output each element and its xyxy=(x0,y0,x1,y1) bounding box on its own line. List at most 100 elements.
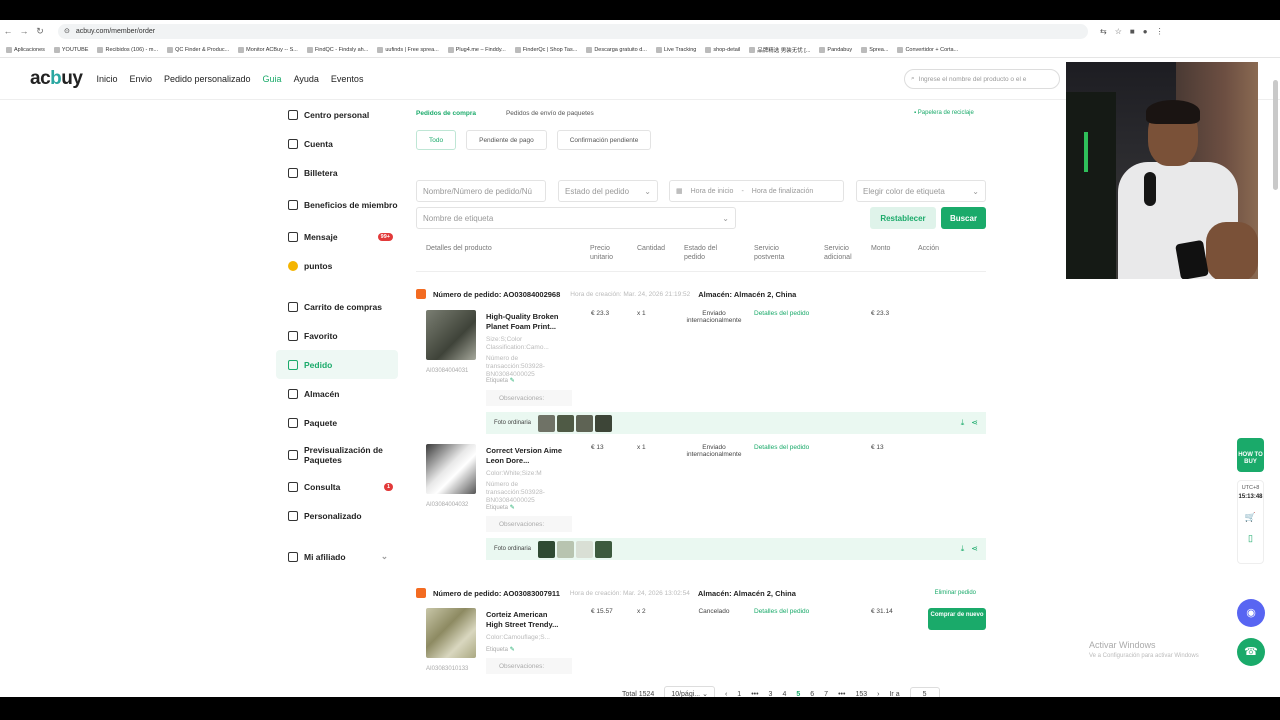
qc-photo[interactable] xyxy=(557,414,575,432)
bookmark-item[interactable]: Sprea... xyxy=(861,46,888,53)
product-name[interactable]: Correct Version Aime Leon Dore... xyxy=(486,446,566,466)
sidebar-item-billetera[interactable]: Billetera xyxy=(276,158,398,187)
bookmark-item[interactable]: Live Tracking xyxy=(655,46,696,53)
order-status-select[interactable]: Estado del pedido ⌄ xyxy=(558,180,658,202)
bookmark-item[interactable]: FindQC - Findsly ah... xyxy=(306,46,368,53)
label-color-select[interactable]: Elegir color de etiqueta ⌄ xyxy=(856,180,986,202)
product-search[interactable]: ⌕ Ingrese el nombre del producto o el e xyxy=(904,69,1060,89)
sidebar-item-mi-afiliado[interactable]: Mi afiliado ⌄ xyxy=(276,542,398,571)
reload-icon[interactable]: ↻ xyxy=(32,26,48,37)
buy-again-button[interactable]: Comprar de nuevo xyxy=(928,608,986,630)
edit-icon[interactable]: ✎ xyxy=(510,647,515,653)
filter-todo[interactable]: Todo xyxy=(416,130,457,150)
bookmark-item[interactable]: YOUTUBE xyxy=(53,46,88,53)
bookmark-item[interactable]: Descarga gratuito d... xyxy=(586,46,647,53)
quantity: x 2 xyxy=(637,608,646,615)
notes-field[interactable]: Observaciones: xyxy=(486,390,572,406)
bookmark-item[interactable]: shop-detail xyxy=(705,46,740,53)
sidebar-item-beneficios-de-miembro[interactable]: Beneficios de miembro xyxy=(276,187,398,222)
sidebar-item-pedido[interactable]: Pedido xyxy=(276,350,398,379)
order-details-link[interactable]: Detalles del pedido xyxy=(754,608,809,615)
url-field[interactable]: ⊙ acbuy.com/member/order xyxy=(58,23,1088,39)
nav-inicio[interactable]: Inicio xyxy=(96,74,117,84)
bookmark-item[interactable]: Aplicaciones xyxy=(6,46,45,53)
filter-confirmacion[interactable]: Confirmación pendiente xyxy=(556,130,652,150)
qc-photo[interactable] xyxy=(538,540,556,558)
nav-ayuda[interactable]: Ayuda xyxy=(294,74,319,84)
order-details-link[interactable]: Detalles del pedido xyxy=(754,310,809,317)
support-icon[interactable]: ☎ xyxy=(1237,638,1265,666)
phone-icon[interactable]: ▯ xyxy=(1238,533,1263,544)
nav-pedido-personalizado[interactable]: Pedido personalizado xyxy=(164,74,251,84)
nav-guia[interactable]: Guia xyxy=(263,74,282,84)
bookmark-item[interactable]: Monitor ACBuy -- S... xyxy=(238,46,298,53)
bookmark-item[interactable]: uufinds | Free sprea... xyxy=(377,46,439,53)
edit-icon[interactable]: ✎ xyxy=(510,505,515,511)
bookmark-item[interactable]: FinderQc | Shop Tas... xyxy=(514,46,577,53)
sidebar-item-centro-personal[interactable]: Centro personal xyxy=(276,100,398,129)
sidebar-item-mensaje[interactable]: Mensaje 99+ xyxy=(276,222,398,251)
delete-order-link[interactable]: Eliminar pedido xyxy=(935,590,976,596)
reset-button[interactable]: Restablecer xyxy=(870,207,936,229)
product-name[interactable]: High-Quality Broken Planet Foam Print... xyxy=(486,312,566,332)
share-icon[interactable]: ⋖ xyxy=(971,418,978,428)
order-details-link[interactable]: Detalles del pedido xyxy=(754,444,809,451)
sidebar-item-cuenta[interactable]: Cuenta xyxy=(276,129,398,158)
star-icon[interactable]: ☆ xyxy=(1115,27,1122,36)
qc-photo[interactable] xyxy=(557,540,575,558)
filter-pendiente-pago[interactable]: Pendiente de pago xyxy=(466,130,547,150)
sidebar-item-previsualización-de-paquetes[interactable]: Previsualización de Paquetes xyxy=(276,437,398,472)
sidebar-item-carrito-de-compras[interactable]: Carrito de compras xyxy=(276,292,398,321)
notes-field[interactable]: Observaciones: xyxy=(486,658,572,674)
acbuy-logo[interactable]: acbuy xyxy=(30,68,83,90)
nav-envio[interactable]: Envio xyxy=(129,74,152,84)
qc-photo[interactable] xyxy=(595,414,613,432)
discord-icon[interactable]: ◉ xyxy=(1237,599,1265,627)
translate-icon[interactable]: ⇆ xyxy=(1100,27,1107,36)
label-name-select[interactable]: Nombre de etiqueta ⌄ xyxy=(416,207,736,229)
product-image[interactable] xyxy=(426,310,476,360)
bookmark-item[interactable]: QC Finder & Produc... xyxy=(167,46,229,53)
qc-photo[interactable] xyxy=(595,540,613,558)
bookmark-item[interactable]: Convertidor + Corta... xyxy=(897,46,958,53)
forward-icon[interactable]: → xyxy=(16,26,32,36)
product-name[interactable]: Corteiz American High Street Trendy... xyxy=(486,610,566,630)
search-button[interactable]: Buscar xyxy=(941,207,986,229)
share-icon[interactable]: ⋖ xyxy=(971,544,978,554)
how-to-buy-widget[interactable]: HOW TO BUY xyxy=(1237,438,1264,472)
qc-photo[interactable] xyxy=(576,540,594,558)
order-number-input[interactable]: Nombre/Número de pedido/Nú xyxy=(416,180,546,202)
profile-icon[interactable]: ● xyxy=(1143,27,1148,36)
qc-photo[interactable] xyxy=(538,414,556,432)
page-scrollbar[interactable] xyxy=(1273,80,1278,190)
cart-icon[interactable]: 🛒 xyxy=(1238,512,1263,523)
sidebar-item-favorito[interactable]: Favorito xyxy=(276,321,398,350)
bookmark-item[interactable]: Pandabuy xyxy=(819,46,852,53)
extension-icon[interactable]: ■ xyxy=(1130,27,1135,36)
sidebar-item-label: Favorito xyxy=(304,330,338,341)
back-icon[interactable]: ← xyxy=(0,26,16,36)
edit-icon[interactable]: ✎ xyxy=(510,378,515,384)
bookmark-item[interactable]: Recibidos (106) - m... xyxy=(97,46,158,53)
product-image[interactable] xyxy=(426,608,476,658)
recycle-bin-link[interactable]: ▪ Papelera de reciclaje xyxy=(914,110,974,116)
date-range-input[interactable]: ▦ Hora de inicio - Hora de finalización xyxy=(669,180,844,202)
site-info-icon[interactable]: ⊙ xyxy=(64,27,70,35)
download-icon[interactable]: ⤓ xyxy=(961,418,965,428)
tab-pedidos-compra[interactable]: Pedidos de compra xyxy=(416,110,476,117)
sidebar-icon xyxy=(288,199,298,210)
sidebar-item-personalizado[interactable]: Personalizado xyxy=(276,501,398,530)
bookmark-item[interactable]: Plug4.me – Finddy... xyxy=(447,46,506,53)
sidebar-item-consulta[interactable]: Consulta 1 xyxy=(276,472,398,501)
menu-icon[interactable]: ⋮ xyxy=(1156,27,1164,36)
product-image[interactable] xyxy=(426,444,476,494)
tab-pedidos-envio[interactable]: Pedidos de envío de paquetes xyxy=(506,110,594,117)
bookmark-item[interactable]: 品牌精选 男装无忧 [... xyxy=(749,46,810,54)
qc-photo[interactable] xyxy=(576,414,594,432)
download-icon[interactable]: ⤓ xyxy=(961,544,965,554)
sidebar-item-puntos[interactable]: puntos xyxy=(276,251,398,280)
notes-field[interactable]: Observaciones: xyxy=(486,516,572,532)
sidebar-item-almacén[interactable]: Almacén xyxy=(276,379,398,408)
nav-eventos[interactable]: Eventos xyxy=(331,74,364,84)
sidebar-item-paquete[interactable]: Paquete xyxy=(276,408,398,437)
